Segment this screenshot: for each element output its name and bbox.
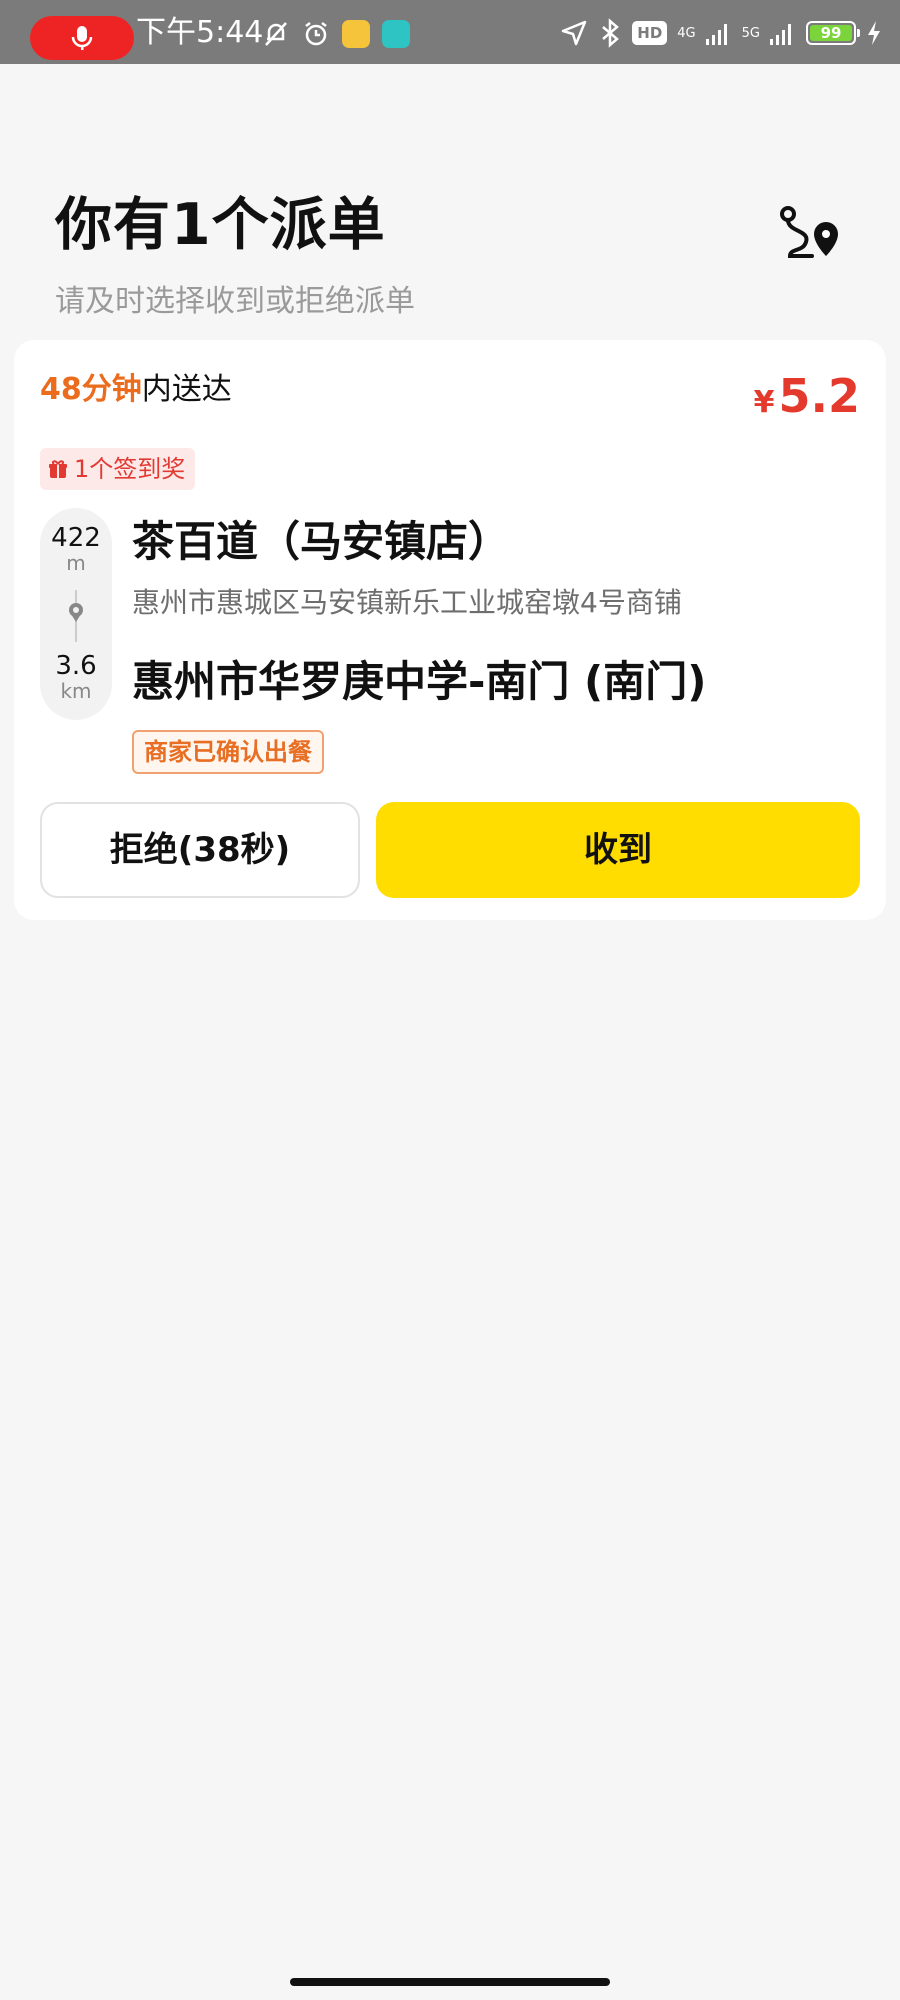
distance-to-dest-unit: km xyxy=(60,679,92,703)
page-title: 你有1个派单 xyxy=(55,192,386,258)
eta-suffix: 内送达 xyxy=(141,372,232,407)
mic-icon xyxy=(71,26,93,50)
home-indicator[interactable] xyxy=(290,1978,610,1986)
network-4g-label: 4G xyxy=(677,25,696,41)
hd-icon: HD xyxy=(632,21,668,45)
order-price: ¥5.2 xyxy=(754,368,860,431)
battery-level: 99 xyxy=(810,25,852,41)
battery-icon: 99 xyxy=(806,21,860,45)
charging-icon xyxy=(868,21,880,45)
route-map-button[interactable] xyxy=(776,204,842,264)
mic-recording-indicator[interactable] xyxy=(30,16,134,60)
distance-to-destination: 3.6 km xyxy=(40,652,112,702)
bell-off-icon xyxy=(265,22,287,46)
status-bar: 下午5:44 HD 4G 5G 99 xyxy=(0,0,900,64)
alarm-icon xyxy=(305,22,327,46)
price-value: 5.2 xyxy=(778,369,861,423)
bluetooth-icon xyxy=(602,18,620,48)
network-5g-label: 5G xyxy=(741,25,760,41)
route-map-icon xyxy=(780,206,838,258)
reject-button[interactable]: 拒绝(38秒) xyxy=(40,802,360,898)
pin-icon xyxy=(69,603,83,622)
distance-to-store-unit: m xyxy=(66,551,86,575)
order-card[interactable]: 48分钟内送达 ¥5.2 1个签到奖 422 m 3.6 km 茶百道（马安镇店… xyxy=(14,340,886,920)
distance-to-store: 422 m xyxy=(40,524,112,574)
price-symbol: ¥ xyxy=(753,385,775,420)
signal-icon-2 xyxy=(770,24,791,45)
app-icon xyxy=(342,20,370,48)
eta-minutes: 48分钟 xyxy=(40,372,142,407)
bonus-tag: 1个签到奖 xyxy=(40,448,196,490)
status-badge: 商家已确认出餐 xyxy=(132,730,324,774)
distance-to-dest-value: 3.6 xyxy=(55,651,97,681)
store-name: 茶百道（马安镇店） xyxy=(132,517,511,566)
distance-indicator: 422 m 3.6 km xyxy=(40,508,112,720)
page-subtitle: 请及时选择收到或拒绝派单 xyxy=(55,284,415,319)
location-arrow-icon xyxy=(562,20,587,46)
gift-icon xyxy=(49,460,67,478)
accept-button[interactable]: 收到 xyxy=(376,802,860,898)
destination-name: 惠州市华罗庚中学-南门 (南门) xyxy=(132,657,707,706)
status-time: 下午5:44 xyxy=(136,15,264,50)
app-icon-2 xyxy=(382,20,410,48)
distance-to-store-value: 422 xyxy=(51,523,101,553)
signal-icon xyxy=(705,24,727,45)
bonus-tag-label: 1个签到奖 xyxy=(74,455,186,483)
store-address: 惠州市惠城区马安镇新乐工业城窑墩4号商铺 xyxy=(132,586,682,619)
delivery-eta: 48分钟内送达 xyxy=(40,370,232,410)
